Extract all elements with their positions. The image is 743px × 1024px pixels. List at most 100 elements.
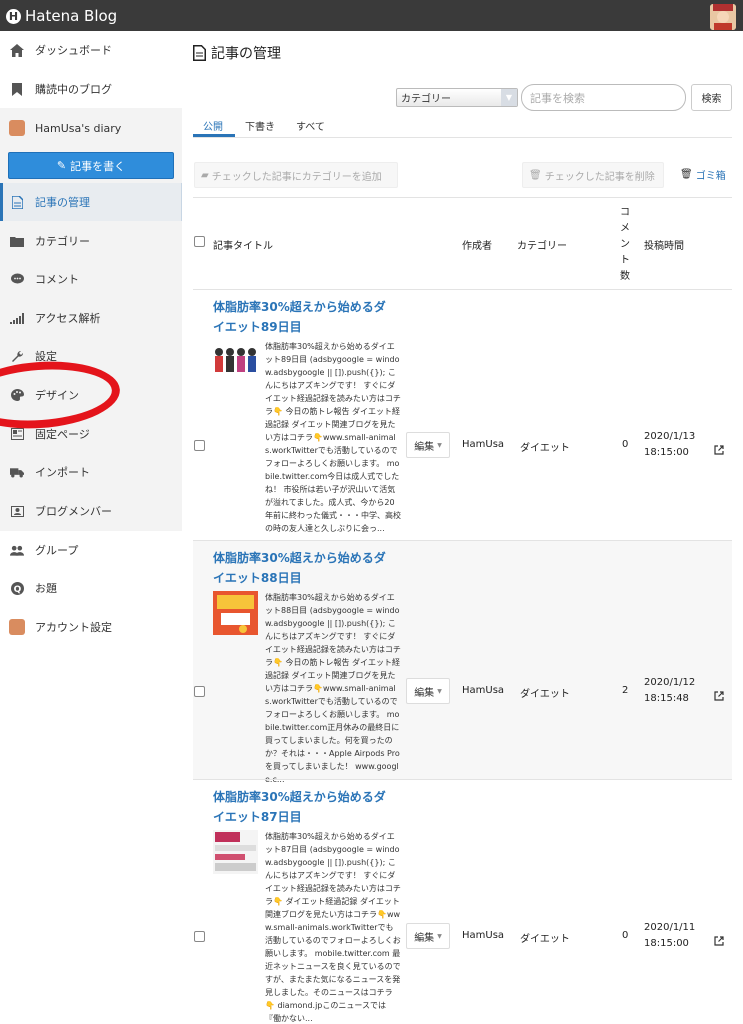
avatar	[9, 619, 25, 635]
table-row: 体脂肪率30%超えから始めるダイエット88日目 体脂肪率30%超えから始めるダイ…	[193, 541, 732, 784]
hatena-blog-logo[interactable]: H Hatena Blog	[6, 7, 117, 25]
post-title-link[interactable]: 体脂肪率30%超えから始めるダイエット87日目	[213, 787, 393, 827]
folder-icon	[10, 234, 24, 248]
column-header-category: カテゴリー	[517, 241, 567, 252]
question-icon: Q	[10, 581, 24, 595]
post-category: ダイエット	[520, 689, 570, 700]
trash-icon: 🗑	[680, 169, 693, 180]
logo-text: Hatena Blog	[25, 7, 118, 25]
post-comment-count: 0	[622, 439, 629, 450]
sidebar: ダッシュボード 購読中のブログ HamUsa's diary ✎ 記事を書く 記…	[0, 31, 182, 1024]
chevron-down-icon: ▼	[501, 89, 517, 106]
tab-all[interactable]: すべて	[296, 118, 325, 133]
status-tabs: 公開 下書き すべて	[193, 115, 732, 137]
user-avatar[interactable]	[710, 4, 736, 30]
table-row: 体脂肪率30%超えから始めるダイエット89日目 体脂肪率30%超えから始めるダイ…	[193, 290, 732, 540]
post-title-link[interactable]: 体脂肪率30%超えから始めるダイエット88日目	[213, 548, 393, 588]
write-post-button[interactable]: ✎ 記事を書く	[8, 152, 174, 179]
search-button[interactable]: 検索	[691, 84, 732, 111]
sidebar-item-subscriptions[interactable]: 購読中のブログ	[0, 70, 182, 108]
main-content: 記事の管理 カテゴリー ▼ 記事を検索 検索 公開 下書き すべて ▰ チェック…	[182, 31, 743, 1024]
post-excerpt: 体脂肪率30%超えから始めるダイエット87日目 (adsbygoogle = w…	[265, 832, 401, 1023]
tab-drafts[interactable]: 下書き	[245, 118, 275, 133]
sidebar-item-settings[interactable]: 設定	[0, 337, 182, 375]
truck-icon	[10, 465, 24, 479]
group-icon	[10, 543, 24, 557]
tab-published[interactable]: 公開	[203, 118, 223, 133]
post-excerpt: 体脂肪率30%超えから始めるダイエット88日目 (adsbygoogle = w…	[265, 593, 401, 784]
sidebar-item-comments[interactable]: コメント	[0, 260, 182, 298]
folder-icon: ▰	[201, 169, 209, 181]
post-author: HamUsa	[462, 439, 505, 450]
edit-dropdown-button[interactable]: 編集 ▼	[406, 678, 450, 704]
column-header-comments: コメント数	[620, 207, 630, 282]
table-row: 体脂肪率30%超えから始めるダイエット87日目 体脂肪率30%超えから始めるダイ…	[193, 780, 732, 1024]
post-author: HamUsa	[462, 685, 505, 696]
chevron-down-icon: ▼	[437, 441, 442, 449]
pencil-icon: ✎	[56, 159, 67, 172]
chevron-down-icon: ▼	[437, 687, 442, 695]
edit-dropdown-button[interactable]: 編集 ▼	[406, 923, 450, 949]
post-checkbox[interactable]	[194, 686, 205, 697]
post-comment-count: 0	[622, 930, 629, 941]
select-all-checkbox[interactable]	[194, 236, 205, 247]
bookmark-icon	[10, 82, 24, 96]
post-time: 18:15:00	[644, 447, 689, 458]
document-icon	[10, 195, 24, 209]
search-input[interactable]: 記事を検索	[521, 84, 686, 111]
column-header-author: 作成者	[462, 241, 492, 252]
home-icon	[10, 43, 24, 57]
post-thumbnail	[213, 830, 258, 874]
trash-icon: 🗑	[529, 169, 542, 181]
add-category-to-checked-button[interactable]: ▰ チェックした記事にカテゴリーを追加	[194, 162, 398, 188]
column-header-posted: 投稿時間	[644, 241, 684, 252]
member-icon	[10, 504, 24, 518]
hatena-logo-icon: H	[6, 8, 21, 24]
post-category: ダイエット	[520, 934, 570, 945]
post-excerpt: 体脂肪率30%超えから始めるダイエット89日目 (adsbygoogle = w…	[265, 342, 401, 533]
post-title-link[interactable]: 体脂肪率30%超えから始めるダイエット89日目	[213, 297, 393, 337]
sidebar-item-design[interactable]: デザイン	[0, 376, 182, 414]
sidebar-item-blog[interactable]: HamUsa's diary	[0, 109, 182, 147]
sidebar-item-account-settings[interactable]: アカウント設定	[0, 608, 182, 646]
sidebar-item-topics[interactable]: Q お題	[0, 569, 182, 607]
external-link-icon[interactable]	[714, 931, 724, 946]
svg-text:Q: Q	[13, 585, 21, 595]
bar-signal-icon	[10, 311, 24, 325]
column-header-title: 記事タイトル	[213, 241, 273, 252]
post-checkbox[interactable]	[194, 440, 205, 451]
top-bar: H Hatena Blog	[0, 0, 743, 31]
post-comment-count: 2	[622, 685, 629, 696]
sidebar-item-static-pages[interactable]: 固定ページ	[0, 415, 182, 453]
category-select[interactable]: カテゴリー ▼	[396, 88, 518, 107]
sidebar-item-import[interactable]: インポート	[0, 453, 182, 491]
post-date: 2020/1/12	[644, 677, 696, 688]
external-link-icon[interactable]	[714, 686, 724, 701]
sidebar-item-group[interactable]: グループ	[0, 531, 182, 569]
post-author: HamUsa	[462, 930, 505, 941]
post-checkbox[interactable]	[194, 931, 205, 942]
post-date: 2020/1/13	[644, 431, 696, 442]
post-thumbnail	[213, 591, 258, 635]
delete-checked-button[interactable]: 🗑 チェックした記事を削除	[522, 162, 664, 188]
avatar	[9, 120, 25, 136]
post-thumbnail	[213, 345, 258, 379]
trash-link[interactable]: 🗑 ゴミ箱	[680, 167, 726, 182]
external-link-icon[interactable]	[714, 440, 724, 455]
document-icon	[193, 45, 207, 61]
post-time: 18:15:00	[644, 938, 689, 949]
sidebar-item-category[interactable]: カテゴリー	[0, 222, 182, 260]
sidebar-item-manage-posts[interactable]: 記事の管理	[0, 183, 182, 221]
sidebar-item-blog-members[interactable]: ブログメンバー	[0, 492, 182, 530]
chevron-down-icon: ▼	[437, 932, 442, 940]
page-icon	[10, 427, 24, 441]
sidebar-item-analytics[interactable]: アクセス解析	[0, 299, 182, 337]
post-category: ダイエット	[520, 443, 570, 454]
sidebar-item-dashboard[interactable]: ダッシュボード	[0, 31, 182, 69]
wrench-icon	[10, 349, 24, 363]
page-title: 記事の管理	[193, 43, 281, 63]
post-date: 2020/1/11	[644, 922, 696, 933]
post-time: 18:15:48	[644, 693, 689, 704]
palette-icon	[10, 388, 24, 402]
edit-dropdown-button[interactable]: 編集 ▼	[406, 432, 450, 458]
